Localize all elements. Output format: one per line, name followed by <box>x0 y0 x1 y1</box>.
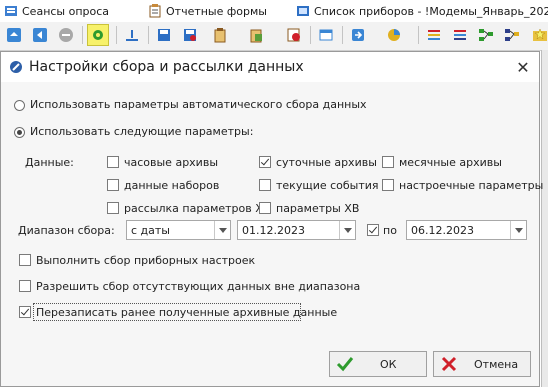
xv-params-checkbox[interactable] <box>259 202 271 214</box>
xv-params-label: параметры ХВ <box>276 202 360 215</box>
config-params-label: настроечные параметры <box>399 179 544 192</box>
session-list-icon <box>4 4 18 18</box>
cancel-button-label: Отмена <box>474 358 519 371</box>
range-label: Диапазон сбора: <box>18 224 115 237</box>
device-list-icon <box>296 4 310 18</box>
clipboard-icon[interactable] <box>210 25 230 45</box>
device-settings-checkbox[interactable] <box>19 254 31 266</box>
clock-report-icon[interactable] <box>284 25 304 45</box>
calendar-dropdown-icon <box>339 221 355 239</box>
folder-star-icon[interactable] <box>530 25 548 45</box>
ok-button[interactable]: ОК <box>329 351 427 377</box>
back-icon[interactable] <box>30 25 50 45</box>
dialog-title: Настройки сбора и рассылки данных <box>29 59 304 75</box>
dialog-app-icon <box>9 60 23 77</box>
missing-data-label: Разрешить сбор отсутствующих данных вне … <box>36 280 361 293</box>
export-icon[interactable] <box>348 25 368 45</box>
range-mode-select[interactable]: с даты <box>126 220 231 240</box>
radio-auto-params[interactable] <box>14 100 25 111</box>
tab-device-list-label: Список приборов - !Модемы_Январь_2024 <box>314 4 548 18</box>
chart-icon[interactable] <box>384 25 404 45</box>
date-to-value: 06.12.2023 <box>411 224 474 237</box>
config-params-checkbox[interactable] <box>382 179 394 191</box>
paste-icon[interactable] <box>246 25 266 45</box>
network-alt-icon[interactable] <box>502 25 522 45</box>
radio-custom-params-label: Использовать следующие параметры: <box>30 125 254 138</box>
right-panel-edge <box>541 50 548 387</box>
main-toolbar <box>0 22 548 51</box>
document-tabs-bar: Сеансы опроса Отчетные формы Список приб… <box>0 0 548 23</box>
list-sort-icon[interactable] <box>450 25 470 45</box>
check-icon <box>336 356 354 375</box>
save-all-icon[interactable] <box>180 25 200 45</box>
data-label: Данные: <box>25 156 74 169</box>
date-from-field[interactable]: 01.12.2023 <box>237 220 356 240</box>
settings-dialog: Настройки сбора и рассылки данных ✕ Испо… <box>0 51 544 387</box>
radio-auto-params-label: Использовать параметры автоматического с… <box>30 98 367 111</box>
home-icon[interactable] <box>4 25 24 45</box>
date-to-checkbox[interactable] <box>367 224 379 236</box>
set-data-label: данные наборов <box>124 179 220 192</box>
range-mode-value: с даты <box>131 224 170 237</box>
calendar-dropdown-icon <box>510 221 526 239</box>
tab-report-forms[interactable]: Отчетные формы <box>148 2 267 20</box>
missing-data-checkbox[interactable] <box>19 280 31 292</box>
daily-archives-label: суточные архивы <box>276 156 377 169</box>
daily-archives-checkbox[interactable] <box>259 156 271 168</box>
save-icon[interactable] <box>154 25 174 45</box>
upload-icon[interactable] <box>122 25 142 45</box>
window-icon[interactable] <box>316 25 336 45</box>
network-icon[interactable] <box>476 25 496 45</box>
device-settings-label: Выполнить сбор приборных настроек <box>36 254 256 267</box>
cancel-button[interactable]: Отмена <box>433 351 531 377</box>
ok-button-label: ОК <box>380 358 397 371</box>
dialog-title-bar: Настройки сбора и рассылки данных ✕ <box>1 52 539 82</box>
mailing-xv-label: рассылка параметров ХВ <box>124 202 271 215</box>
overwrite-archives-label: Перезаписать ранее полученные архивные д… <box>36 306 338 319</box>
monthly-archives-checkbox[interactable] <box>382 156 394 168</box>
monthly-archives-label: месячные архивы <box>399 156 502 169</box>
close-icon[interactable]: ✕ <box>513 57 533 77</box>
settings-icon[interactable] <box>87 24 109 46</box>
set-data-checkbox[interactable] <box>107 179 119 191</box>
report-forms-icon <box>148 4 162 18</box>
radio-custom-params[interactable] <box>14 127 25 138</box>
tab-sessions-label: Сеансы опроса <box>22 4 110 18</box>
tab-report-forms-label: Отчетные формы <box>166 4 267 18</box>
mailing-xv-checkbox[interactable] <box>107 202 119 214</box>
stop-icon[interactable] <box>56 25 76 45</box>
hourly-archives-label: часовые архивы <box>124 156 218 169</box>
tab-device-list[interactable]: Список приборов - !Модемы_Январь_2024 <box>296 2 548 20</box>
hourly-archives-checkbox[interactable] <box>107 156 119 168</box>
current-events-label: текущие события <box>276 179 379 192</box>
current-events-checkbox[interactable] <box>259 179 271 191</box>
overwrite-archives-checkbox[interactable] <box>19 306 31 318</box>
tab-sessions[interactable]: Сеансы опроса <box>4 2 109 20</box>
chevron-down-icon <box>214 221 230 239</box>
date-to-field[interactable]: 06.12.2023 <box>406 220 527 240</box>
date-to-label: по <box>383 224 397 237</box>
cross-icon <box>440 356 458 375</box>
list-colors-icon[interactable] <box>424 25 444 45</box>
date-from-value: 01.12.2023 <box>242 224 305 237</box>
